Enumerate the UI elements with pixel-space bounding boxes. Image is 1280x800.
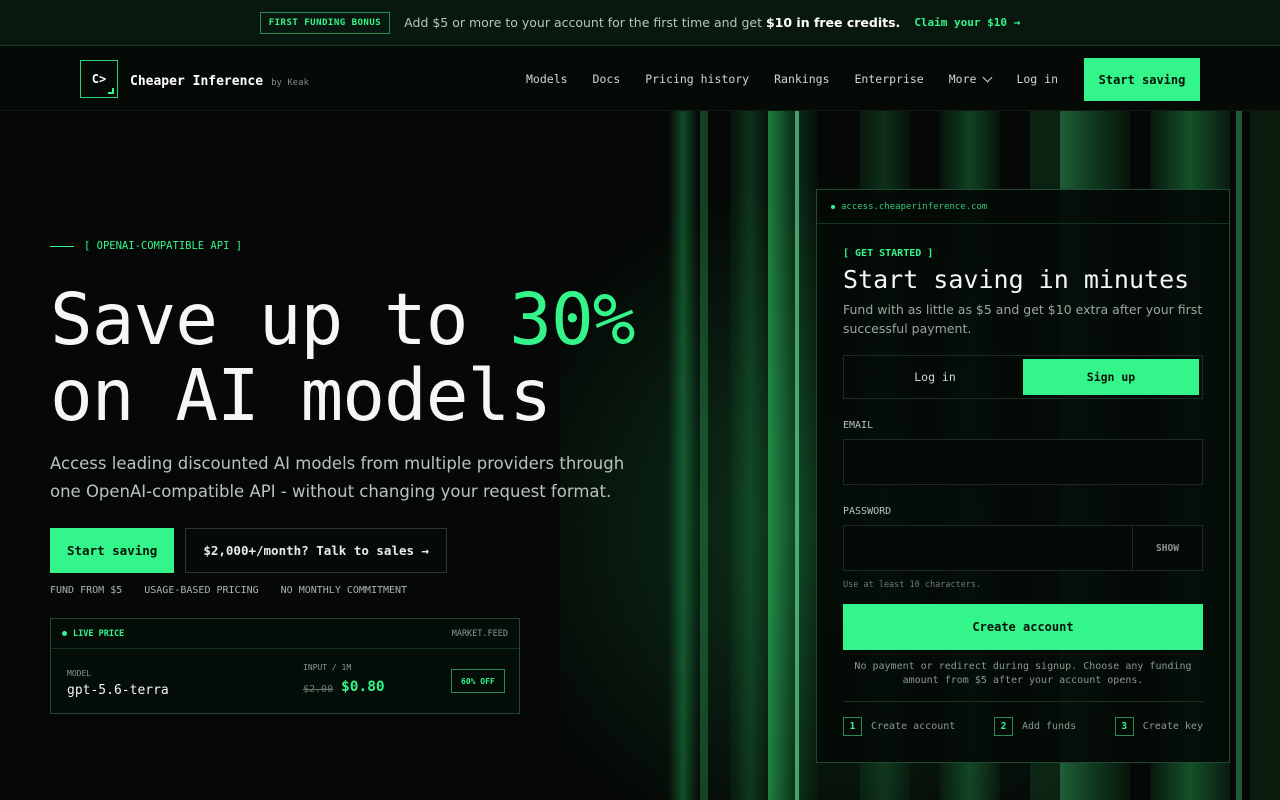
password-field[interactable]: [844, 526, 1132, 570]
email-label: EMAIL: [843, 420, 874, 431]
talk-to-sales-button[interactable]: $2,000+/month? Talk to sales →: [185, 528, 448, 573]
discount-badge: 60% OFF: [451, 669, 505, 693]
nav-login[interactable]: Log in: [1016, 72, 1058, 86]
live-price-label: LIVE PRICE: [73, 628, 125, 639]
password-hint: Use at least 10 characters.: [843, 580, 982, 590]
logo[interactable]: C> Cheaper Inference by Keak: [80, 60, 309, 98]
status-dot-icon: [831, 204, 835, 209]
step-item: 3 Create key: [1114, 717, 1203, 736]
nav-models[interactable]: Models: [526, 72, 568, 86]
site-header: C> Cheaper Inference by Keak Models Docs …: [0, 47, 1280, 111]
new-price: $0.80: [341, 679, 385, 695]
card-url-bar: access.cheaperinference.com: [817, 190, 1229, 224]
model-name: gpt-5.6-terra: [67, 683, 169, 698]
nav-docs[interactable]: Docs: [593, 72, 621, 86]
hero-eyebrow: [ OPENAI-COMPATIBLE API ]: [50, 240, 690, 252]
logo-mark-icon: C>: [80, 60, 118, 98]
promo-banner: FIRST FUNDING BONUS Add $5 or more to yo…: [0, 0, 1280, 46]
old-price: $2.00: [303, 684, 334, 695]
signup-steps: 1 Create account 2 Add funds 3 Create key: [843, 701, 1203, 736]
brand-by: by Keak: [271, 77, 309, 88]
tab-signup[interactable]: Sign up: [1023, 359, 1199, 395]
hero-actions: Start saving $2,000+/month? Talk to sale…: [50, 528, 690, 573]
signup-eyebrow: [ GET STARTED ]: [843, 248, 934, 259]
hero-section: [ OPENAI-COMPATIBLE API ] Save up to 30%…: [50, 240, 690, 714]
market-feed-label: MARKET.FEED: [451, 628, 508, 639]
nav-rankings[interactable]: Rankings: [774, 72, 829, 86]
header-start-saving-button[interactable]: Start saving: [1084, 58, 1200, 101]
hero-title: Save up to 30% on AI models: [50, 278, 635, 437]
main-nav: Models Docs Pricing history Rankings Ent…: [526, 47, 1058, 111]
claim-link[interactable]: Claim your $10 →: [914, 16, 1020, 29]
price-label: INPUT / 1M: [303, 663, 352, 672]
fact-item: FUND FROM $5: [50, 585, 123, 596]
step-item: 1 Create account: [843, 717, 955, 736]
live-dot-icon: [62, 631, 67, 636]
promo-text: Add $5 or more to your account for the f…: [404, 15, 901, 30]
live-price-card: LIVE PRICE MARKET.FEED MODEL gpt-5.6-ter…: [50, 618, 520, 714]
create-account-button[interactable]: Create account: [843, 604, 1203, 650]
signup-note: No payment or redirect during signup. Ch…: [854, 661, 1192, 686]
hero-facts: FUND FROM $5 USAGE-BASED PRICING NO MONT…: [50, 585, 690, 596]
signup-title: Start saving in minutes: [843, 265, 1190, 294]
hero-subtitle: Access leading discounted AI models from…: [50, 454, 625, 501]
model-label: MODEL: [67, 669, 92, 678]
email-field-wrapper: [843, 439, 1203, 485]
password-label: PASSWORD: [843, 506, 892, 517]
fact-item: USAGE-BASED PRICING: [144, 585, 259, 596]
signup-card: access.cheaperinference.com [ GET STARTE…: [816, 189, 1230, 763]
nav-more[interactable]: More: [949, 72, 993, 86]
password-field-wrapper: SHOW: [843, 525, 1203, 571]
brand-name: Cheaper Inference: [130, 73, 264, 89]
nav-pricing-history[interactable]: Pricing history: [645, 72, 749, 86]
signup-subtitle: Fund with as little as $5 and get $10 ex…: [843, 302, 1203, 336]
promo-badge: FIRST FUNDING BONUS: [259, 11, 391, 34]
hero-start-saving-button[interactable]: Start saving: [50, 528, 175, 573]
show-password-button[interactable]: SHOW: [1132, 526, 1202, 570]
tab-login[interactable]: Log in: [847, 359, 1023, 395]
chevron-down-icon: [983, 72, 993, 82]
fact-item: NO MONTHLY COMMITMENT: [280, 585, 408, 596]
auth-tabs: Log in Sign up: [843, 355, 1203, 399]
email-field[interactable]: [844, 440, 1202, 484]
step-item: 2 Add funds: [993, 717, 1076, 736]
nav-enterprise[interactable]: Enterprise: [855, 72, 924, 86]
